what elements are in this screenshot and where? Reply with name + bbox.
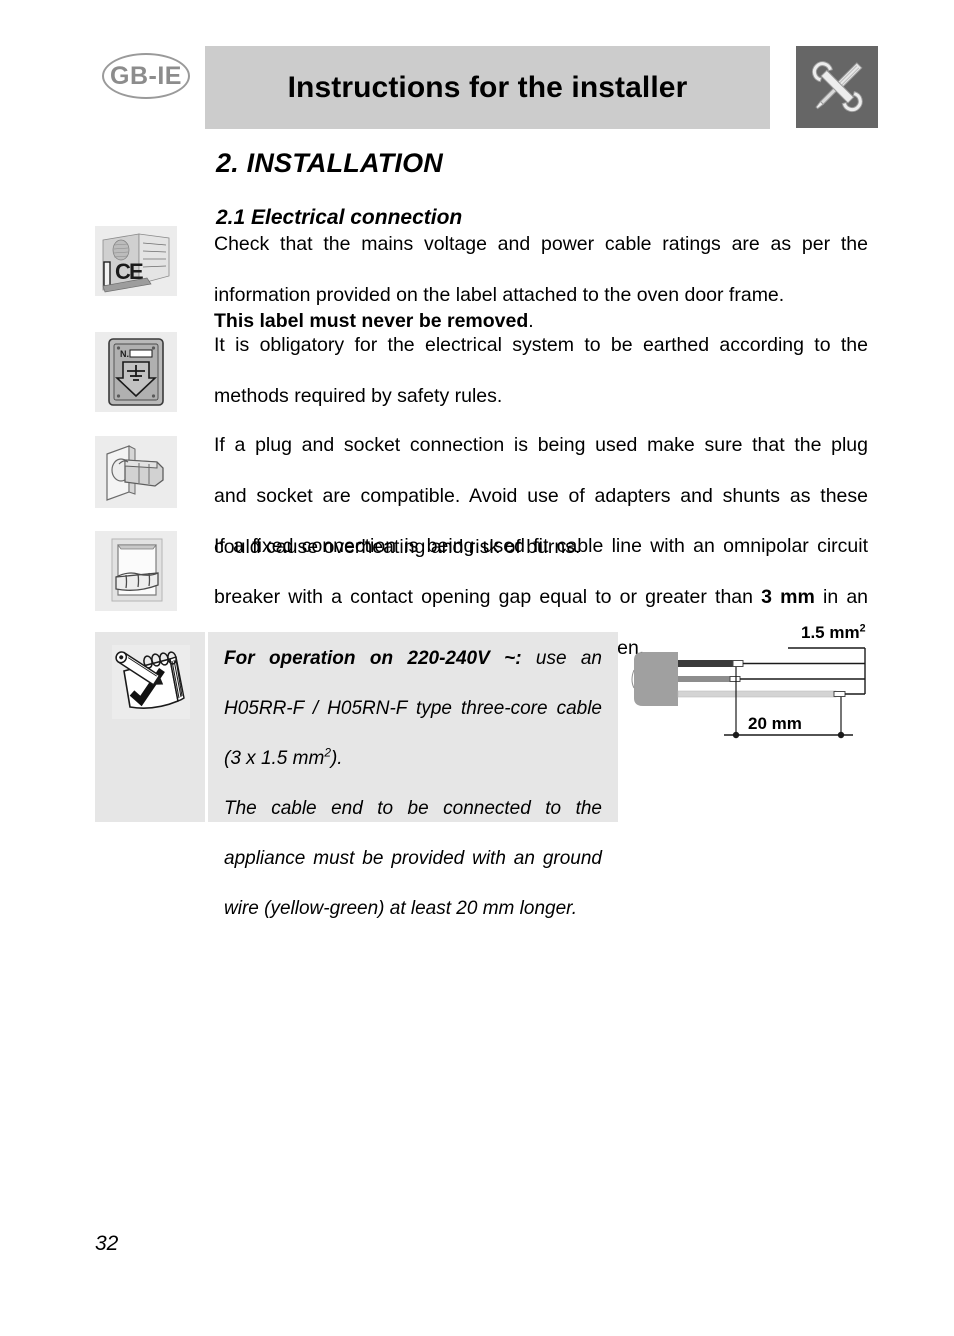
note-line-text: ). bbox=[330, 748, 343, 769]
note-paragraph-cable-type: For operation on 220-240V ~: use an H05R… bbox=[224, 646, 602, 771]
page-title: Instructions for the installer bbox=[287, 70, 688, 104]
label-cross-section: 1.5 mm2 bbox=[801, 623, 866, 643]
label-never-removed: This label must never be removed bbox=[214, 309, 529, 332]
note-icon-panel bbox=[95, 632, 205, 822]
period: . bbox=[528, 309, 534, 332]
note-line: (3 x 1.5 mm2). bbox=[224, 745, 343, 769]
rating-label-ce-icon: C E bbox=[95, 226, 177, 296]
note-spacer bbox=[224, 771, 602, 796]
paragraph-line: methods required by safety rules. bbox=[214, 385, 503, 407]
paragraph-line: It is obligatory for the electrical syst… bbox=[214, 334, 868, 356]
paragraph-line: Check that the mains voltage and power c… bbox=[214, 233, 868, 255]
line-text: in an bbox=[814, 586, 869, 608]
notepad-pencil-check-icon bbox=[112, 645, 190, 719]
superscript-two: 2 bbox=[859, 622, 866, 635]
paragraph-earthing: It is obligatory for the electrical syst… bbox=[214, 333, 868, 410]
page-header-band: Instructions for the installer bbox=[205, 46, 770, 129]
note-line: H05RR-F / H05RN-F type three-core cable bbox=[224, 698, 602, 719]
note-line: appliance must be provided with an groun… bbox=[224, 848, 602, 869]
note-text-panel: For operation on 220-240V ~: use an H05R… bbox=[208, 632, 618, 919]
superscript-two: 2 bbox=[324, 745, 331, 760]
gap-value: 3 mm bbox=[761, 586, 815, 608]
note-line-text: (3 x 1.5 mm bbox=[224, 748, 325, 769]
note-line: For operation on 220-240V ~: use an bbox=[224, 646, 602, 696]
svg-text:N.: N. bbox=[120, 349, 129, 359]
note-line: The cable end to be connected to the bbox=[224, 798, 602, 819]
note-line-text: use an bbox=[521, 648, 602, 669]
document-page: GB-IE Instructions for the installer 2. … bbox=[0, 0, 954, 1336]
cross-section-value: 1.5 mm bbox=[801, 623, 860, 642]
wall-switch-icon bbox=[95, 531, 177, 611]
tools-icon bbox=[796, 46, 878, 128]
paragraph-line: If a fixed connection is being used fit … bbox=[214, 535, 868, 557]
section-heading: 2. INSTALLATION bbox=[216, 148, 443, 178]
paragraph-line: information provided on the label attach… bbox=[214, 284, 785, 306]
three-core-cable-diagram: 1.5 mm2 20 mm bbox=[620, 618, 920, 783]
language-badge: GB-IE bbox=[102, 53, 190, 99]
earthing-plate-icon: N. bbox=[95, 332, 177, 412]
note-line: wire (yellow-green) at least 20 mm longe… bbox=[224, 898, 578, 919]
line-text: breaker with a contact opening gap equal… bbox=[214, 586, 762, 608]
plug-socket-icon bbox=[95, 436, 177, 508]
paragraph-mains-voltage: Check that the mains voltage and power c… bbox=[214, 232, 868, 334]
note-paragraph-ground-wire: The cable end to be connected to the app… bbox=[224, 796, 602, 921]
paragraph-line: and socket are compatible. Avoid use of … bbox=[214, 485, 868, 507]
page-number: 32 bbox=[95, 1232, 119, 1255]
paragraph-line-bold: This label must never be removed. bbox=[214, 309, 868, 335]
label-length: 20 mm bbox=[748, 714, 802, 733]
paragraph-line: If a plug and socket connection is being… bbox=[214, 434, 868, 456]
note-bold-lead: For operation on 220-240V ~: bbox=[224, 648, 522, 669]
subsection-heading: 2.1 Electrical connection bbox=[216, 206, 463, 229]
